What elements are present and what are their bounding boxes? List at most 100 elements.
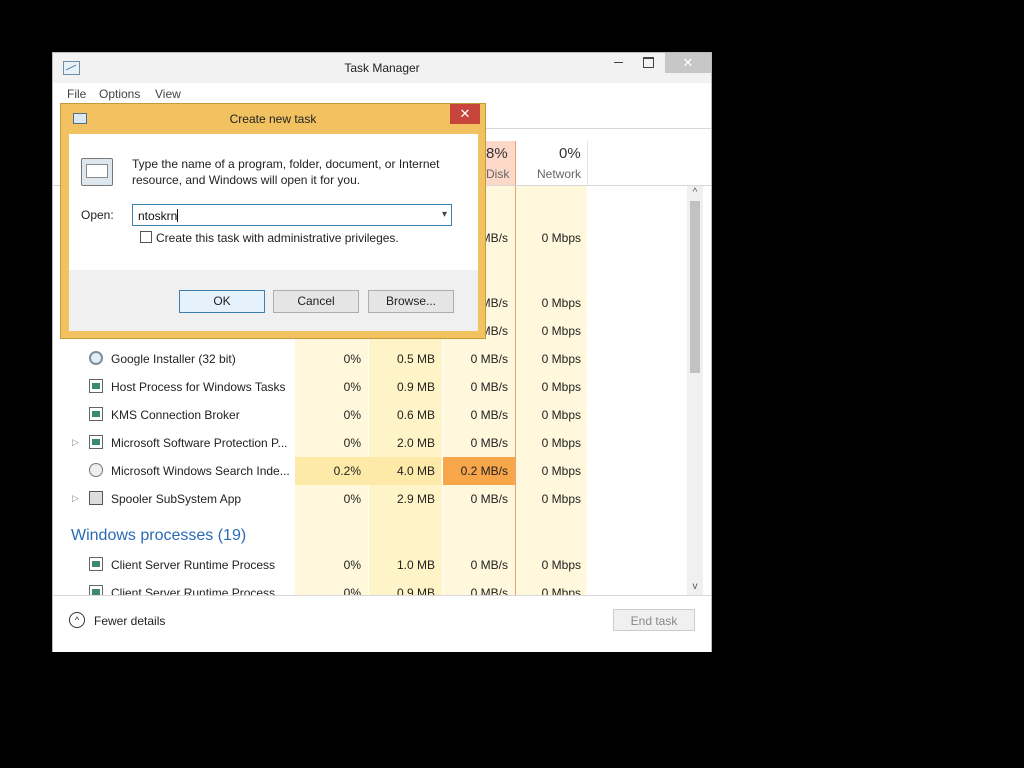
dialog-close-button[interactable]: ✕ — [450, 104, 480, 124]
maximize-button[interactable] — [635, 53, 663, 73]
admin-privileges-checkbox[interactable] — [140, 231, 152, 243]
disk-value: 0 MB/s — [470, 586, 508, 595]
disk-value: 0 MB/s — [470, 408, 508, 422]
end-task-button[interactable]: End task — [613, 609, 695, 631]
dialog-body: Type the name of a program, folder, docu… — [69, 134, 478, 331]
disk-value: 0.2 MB/s — [460, 464, 508, 478]
memory-value: 2.9 MB — [396, 492, 435, 506]
menu-file[interactable]: File — [67, 87, 86, 101]
menu-view[interactable]: View — [155, 87, 181, 101]
memory-value: 1.0 MB — [396, 558, 435, 572]
process-icon — [89, 585, 103, 595]
expand-chevron-icon[interactable]: ▷ — [72, 437, 79, 448]
tab-strip-divider — [483, 128, 711, 129]
open-input-text: ntoskrn — [138, 209, 178, 223]
browse-button[interactable]: Browse... — [368, 290, 454, 313]
chevron-down-icon[interactable]: ▾ — [442, 209, 447, 220]
minimize-button[interactable] — [605, 53, 633, 73]
windows-processes-heading: Windows processes (19) — [71, 527, 247, 544]
title-bar[interactable]: Task Manager ✕ — [53, 53, 711, 83]
memory-value: 0.9 MB — [396, 380, 435, 394]
fewer-details-link[interactable]: Fewer details — [94, 614, 165, 628]
network-column-header[interactable]: 0% Network — [516, 141, 588, 185]
network-label: Network — [537, 167, 582, 181]
network-value: 0 Mbps — [541, 231, 581, 245]
memory-value: 4.0 MB — [396, 464, 435, 478]
process-icon — [89, 379, 103, 393]
close-button[interactable]: ✕ — [665, 53, 711, 73]
process-name: Client Server Runtime Process — [111, 558, 276, 572]
network-value: 0 Mbps — [541, 324, 581, 338]
process-name: Google Installer (32 bit) — [111, 352, 236, 366]
scroll-down-arrow-icon[interactable]: v — [689, 581, 701, 592]
dialog-title: Create new task — [229, 112, 317, 126]
table-row[interactable]: Microsoft Windows Search Inde... 0.2% 4.… — [53, 457, 693, 485]
gear-icon — [89, 351, 103, 365]
network-value: 0 Mbps — [541, 586, 581, 595]
process-name: Microsoft Windows Search Inde... — [111, 464, 290, 478]
process-name: Spooler SubSystem App — [111, 492, 242, 506]
cpu-value: 0% — [343, 586, 361, 595]
cpu-value: 0% — [343, 436, 361, 450]
printer-icon — [89, 491, 103, 505]
network-value: 0 Mbps — [541, 436, 581, 450]
table-row[interactable]: ▷ Microsoft Software Protection P... 0% … — [53, 429, 693, 457]
scroll-up-arrow-icon[interactable]: ^ — [689, 187, 701, 198]
dialog-button-area: OK Cancel Browse... — [69, 270, 478, 331]
expand-chevron-icon[interactable]: ▷ — [72, 493, 79, 504]
footer-bar: ^ Fewer details End task — [53, 595, 711, 652]
disk-value: 0 MB/s — [470, 558, 508, 572]
memory-value: 0.9 MB — [396, 586, 435, 595]
admin-privileges-label[interactable]: Create this task with administrative pri… — [156, 231, 399, 245]
dialog-message: Type the name of a program, folder, docu… — [132, 157, 440, 187]
network-percent: 0% — [559, 145, 581, 162]
memory-value: 0.5 MB — [396, 352, 435, 366]
memory-value: 0.6 MB — [396, 408, 435, 422]
disk-value: 0 MB/s — [470, 380, 508, 394]
cpu-value: 0% — [343, 408, 361, 422]
cpu-value: 0% — [343, 380, 361, 394]
process-name: KMS Connection Broker — [111, 408, 240, 422]
menu-bar: File Options View — [53, 83, 711, 103]
cpu-value: 0.2% — [333, 464, 361, 478]
open-label: Open: — [81, 208, 114, 222]
cpu-value: 0% — [343, 492, 361, 506]
network-value: 0 Mbps — [541, 558, 581, 572]
table-row[interactable]: ▷ Spooler SubSystem App 0% 2.9 MB 0 MB/s… — [53, 485, 693, 513]
text-caret — [177, 209, 179, 222]
memory-value: 2.0 MB — [396, 436, 435, 450]
process-name: Host Process for Windows Tasks — [111, 380, 286, 394]
table-row[interactable]: Host Process for Windows Tasks 0% 0.9 MB… — [53, 373, 693, 401]
dialog-title-bar[interactable]: Create new task ✕ — [61, 104, 485, 132]
table-row[interactable]: Client Server Runtime Process 0% 1.0 MB … — [53, 551, 693, 579]
table-row[interactable]: Google Installer (32 bit) 0% 0.5 MB 0 MB… — [53, 345, 693, 373]
process-icon — [89, 407, 103, 421]
disk-value: 0 MB/s — [470, 436, 508, 450]
disk-value: 0 MB/s — [470, 352, 508, 366]
network-value: 0 Mbps — [541, 352, 581, 366]
process-icon — [89, 557, 103, 571]
table-row[interactable]: KMS Connection Broker 0% 0.6 MB 0 MB/s 0… — [53, 401, 693, 429]
disk-value: 0 MB/s — [470, 492, 508, 506]
scrollbar-thumb[interactable] — [690, 201, 700, 373]
cpu-value: 0% — [343, 558, 361, 572]
network-value: 0 Mbps — [541, 408, 581, 422]
process-name: Microsoft Software Protection P... — [111, 436, 288, 450]
table-row[interactable]: Client Server Runtime Process 0% 0.9 MB … — [53, 579, 693, 595]
disk-label: Disk — [486, 167, 510, 181]
cancel-button[interactable]: Cancel — [273, 290, 359, 313]
search-indexer-icon — [89, 463, 103, 477]
open-input-value[interactable]: ntoskrn — [138, 209, 179, 223]
menu-options[interactable]: Options — [99, 87, 140, 101]
disk-percent: 8% — [486, 145, 508, 162]
ok-button[interactable]: OK — [179, 290, 265, 313]
network-value: 0 Mbps — [541, 492, 581, 506]
network-value: 0 Mbps — [541, 296, 581, 310]
network-value: 0 Mbps — [541, 380, 581, 394]
run-program-icon — [81, 158, 113, 186]
create-new-task-dialog: Create new task ✕ Type the name of a pro… — [60, 103, 486, 339]
cpu-value: 0% — [343, 352, 361, 366]
chevron-up-circle-icon[interactable]: ^ — [69, 612, 85, 628]
process-icon — [89, 435, 103, 449]
open-combobox[interactable]: ntoskrn ▾ — [132, 204, 452, 226]
